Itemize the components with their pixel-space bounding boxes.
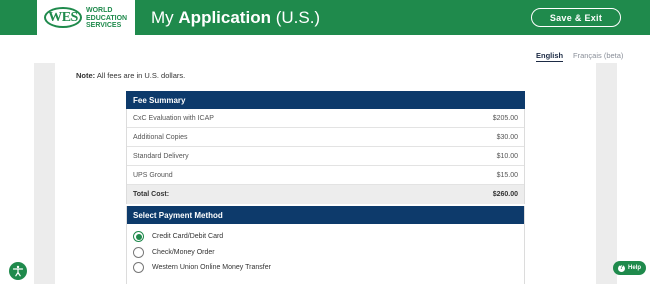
page-title: My Application (U.S.) [151,8,320,28]
fee-label: UPS Ground [133,171,173,179]
payment-option-credit-card[interactable]: Credit Card/Debit Card [133,231,223,242]
fee-summary-header: Fee Summary [126,91,525,109]
payment-option-check[interactable]: Check/Money Order [133,247,215,258]
language-english-link[interactable]: English [536,51,564,62]
radio-checked-icon[interactable] [133,231,144,242]
fee-row: CxC Evaluation with ICAP $205.00 [127,109,524,128]
fees-note: Note: All fees are in U.S. dollars. [76,71,185,80]
fee-summary-table: CxC Evaluation with ICAP $205.00 Additio… [126,109,525,204]
fee-label: Additional Copies [133,133,188,141]
title-suffix: (U.S.) [275,8,321,27]
total-amount: $260.00 [492,191,518,198]
wes-logo-mark: WES [44,7,82,28]
title-prefix: My [151,8,174,27]
help-label: Help [627,265,641,271]
total-label: Total Cost: [133,191,170,198]
language-french-link[interactable]: Français (beta) [573,51,623,60]
radio-icon[interactable] [133,262,144,273]
note-label: Note: [76,71,96,80]
fee-row: UPS Ground $15.00 [127,166,524,185]
logo-text-line: EDUCATION [86,14,128,22]
fee-label: Standard Delivery [133,152,189,160]
payment-option-label: Credit Card/Debit Card [152,233,224,240]
fee-amount: $10.00 [496,152,518,160]
help-icon: ? [617,264,625,272]
right-gutter [596,63,617,284]
left-gutter [34,63,55,284]
logo-text-line: SERVICES [86,22,122,29]
wes-logo-text: WORLD EDUCATION SERVICES [86,7,134,30]
fee-amount: $30.00 [496,133,518,141]
save-exit-button[interactable]: Save & Exit [531,8,621,27]
payment-options: Credit Card/Debit Card Check/Money Order… [126,206,525,284]
radio-icon[interactable] [133,247,144,258]
accessibility-icon [12,265,24,277]
payment-option-label: Check/Money Order [152,249,215,256]
fee-amount: $205.00 [492,114,518,122]
payment-option-label: Western Union Online Money Transfer [152,264,271,271]
fee-amount: $15.00 [496,171,518,179]
title-bold: Application [178,8,271,27]
accessibility-button[interactable] [9,262,27,280]
wes-logo[interactable]: WES WORLD EDUCATION SERVICES [37,0,135,35]
fee-row: Additional Copies $30.00 [127,128,524,147]
top-header: WES WORLD EDUCATION SERVICES My Applicat… [0,0,650,35]
help-button[interactable]: ? Help [613,261,646,275]
fee-label: CxC Evaluation with ICAP [133,114,214,122]
logo-text-line: WORLD [86,7,113,14]
fee-total-row: Total Cost: $260.00 [127,185,524,204]
fee-summary-panel: Fee Summary [126,91,525,109]
note-text: All fees are in U.S. dollars. [96,71,186,80]
payment-option-western-union[interactable]: Western Union Online Money Transfer [133,262,271,273]
fee-row: Standard Delivery $10.00 [127,147,524,166]
